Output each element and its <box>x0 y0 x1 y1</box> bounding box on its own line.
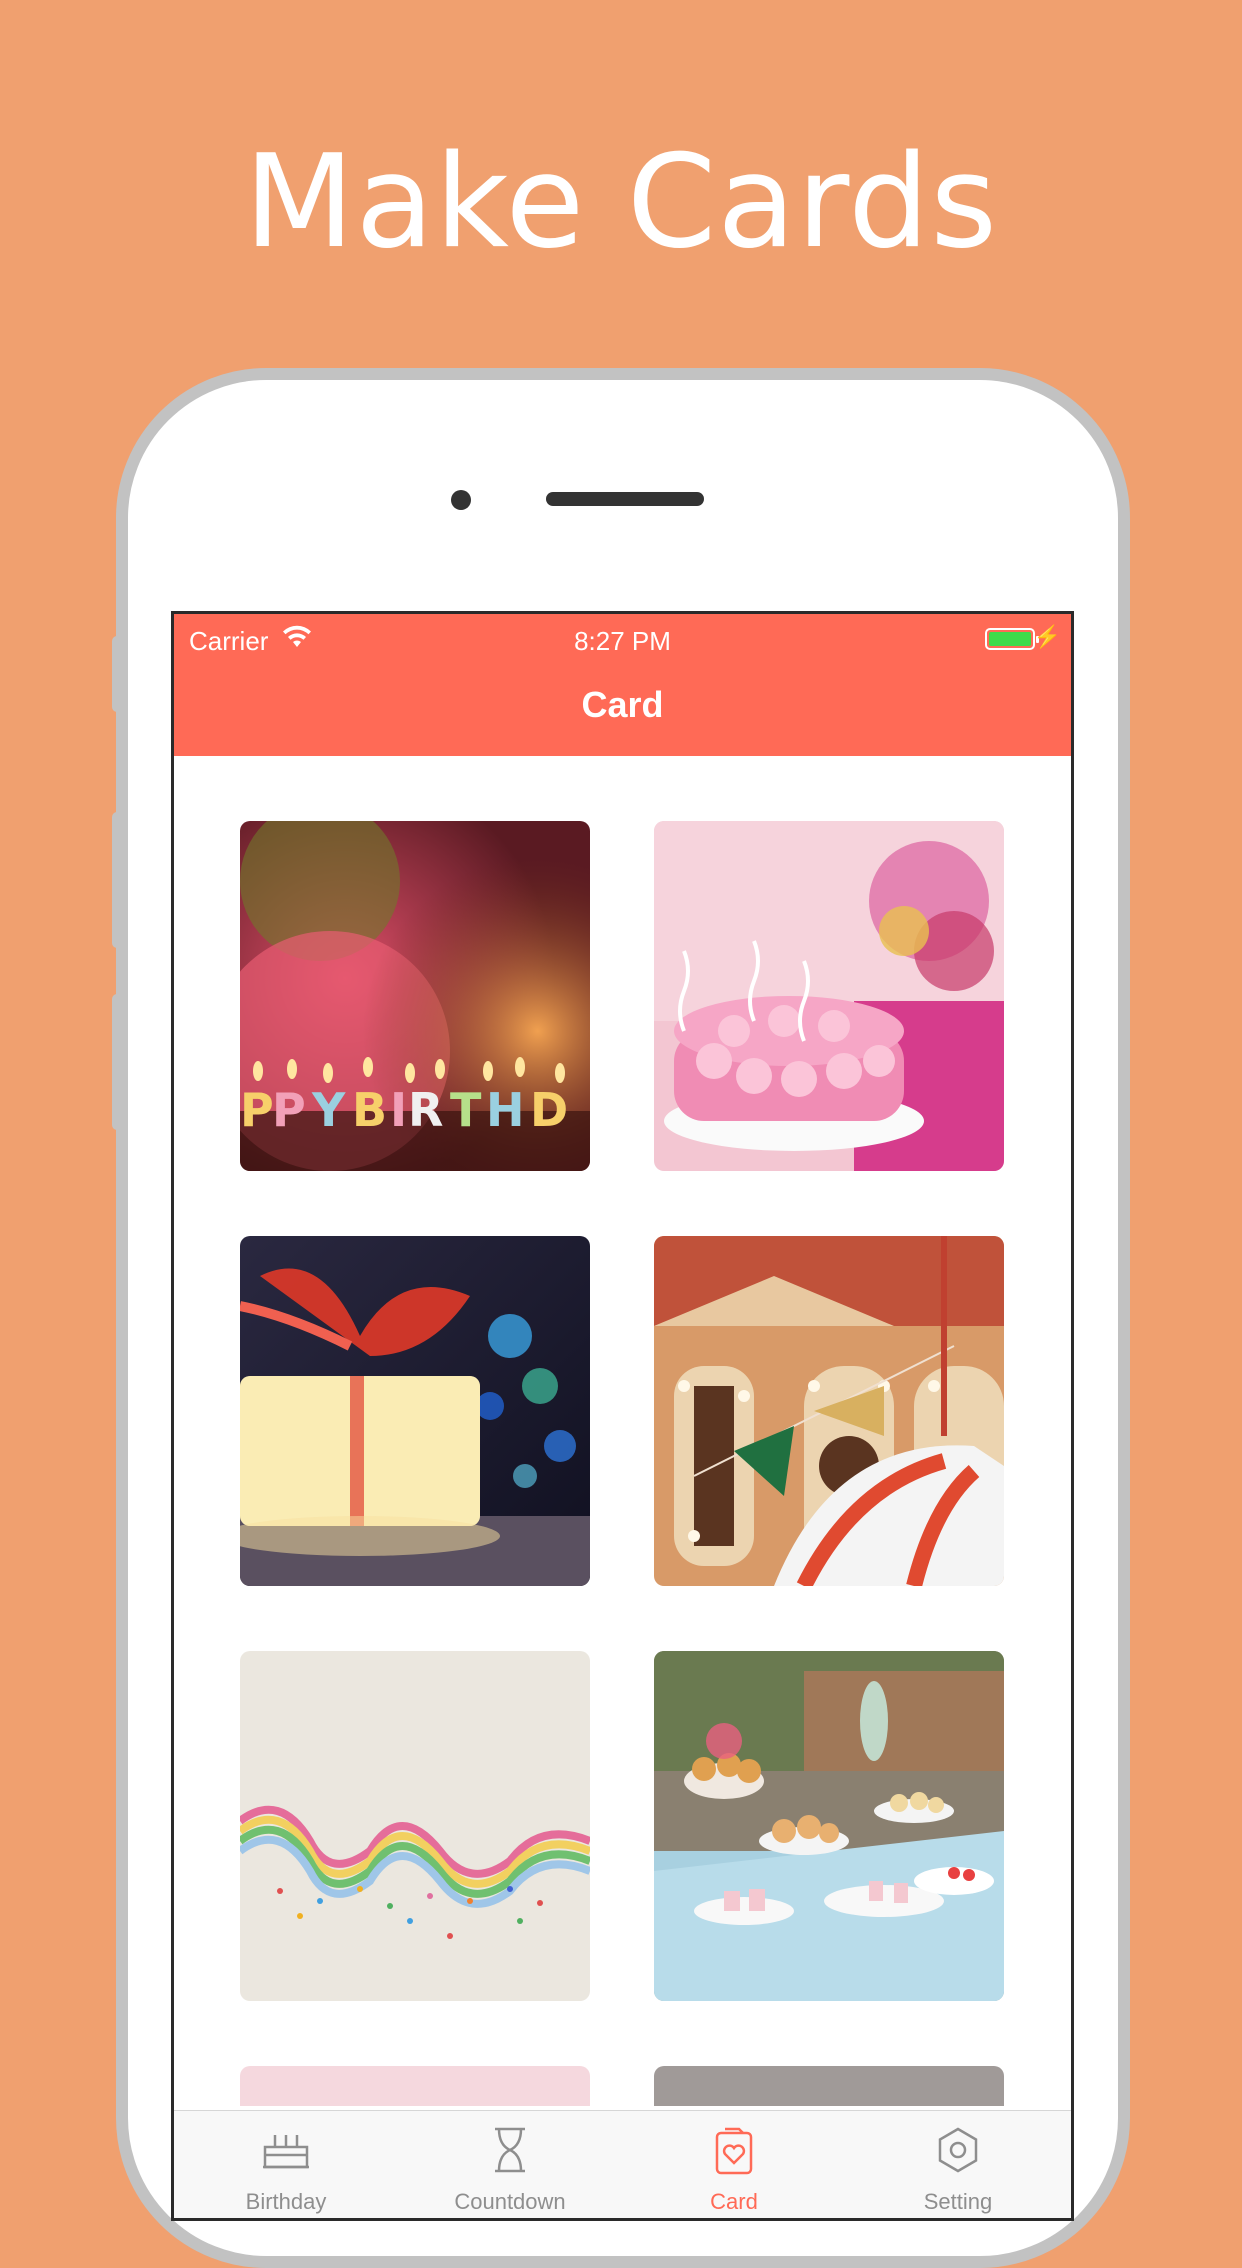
earpiece-speaker <box>546 492 704 506</box>
svg-text:B: B <box>352 1083 387 1137</box>
svg-text:T: T <box>450 1083 482 1137</box>
card-heart-icon <box>622 2125 846 2175</box>
gear-icon <box>846 2125 1070 2175</box>
navigation-bar: Carrier 8:27 PM ⚡ Card <box>174 614 1071 756</box>
card-dessert-table[interactable] <box>654 1651 1004 2001</box>
front-camera <box>451 490 471 510</box>
svg-text:P: P <box>240 1083 274 1137</box>
tab-birthday[interactable]: Birthday <box>174 2111 398 2218</box>
tab-card-label: Card <box>710 2189 758 2214</box>
svg-text:I: I <box>390 1083 407 1137</box>
card-party-streamers[interactable] <box>240 1651 590 2001</box>
tab-setting[interactable]: Setting <box>846 2111 1070 2218</box>
card-partial-left[interactable] <box>240 2066 590 2106</box>
tab-countdown[interactable]: Countdown <box>398 2111 622 2218</box>
card-partial-right[interactable] <box>654 2066 1004 2106</box>
tab-setting-label: Setting <box>923 2189 993 2214</box>
card-pink-rose-cake[interactable] <box>654 821 1004 1171</box>
svg-text:Y: Y <box>311 1083 346 1137</box>
status-time: 8:27 PM <box>574 626 671 656</box>
card-happy-birthday-candles[interactable]: P P Y B I R T H D <box>240 821 590 1171</box>
card-party-bunting[interactable] <box>654 1236 1004 1586</box>
app-screen: Carrier 8:27 PM ⚡ Card P P Y B I R T H D… <box>171 611 1074 2221</box>
svg-text:P: P <box>272 1083 306 1137</box>
svg-text:D: D <box>530 1083 568 1137</box>
tab-countdown-label: Countdown <box>454 2189 566 2214</box>
tab-birthday-label: Birthday <box>245 2189 327 2214</box>
cake-icon <box>174 2125 398 2175</box>
page-title: Card <box>581 684 664 725</box>
charging-bolt-icon: ⚡ <box>1033 624 1061 649</box>
hourglass-icon <box>398 2125 622 2175</box>
svg-text:H: H <box>486 1083 525 1137</box>
status-bar: Carrier 8:27 PM ⚡ <box>174 614 1071 664</box>
tab-bar: Birthday Countdown Card Setting <box>174 2110 1071 2218</box>
card-glowing-gift-box[interactable] <box>240 1236 590 1586</box>
card-grid: P P Y B I R T H D <box>174 756 1071 2106</box>
svg-text:R: R <box>408 1083 443 1137</box>
tab-card[interactable]: Card <box>622 2111 846 2218</box>
promo-headline: Make Cards <box>244 128 998 277</box>
battery-icon <box>985 628 1039 650</box>
